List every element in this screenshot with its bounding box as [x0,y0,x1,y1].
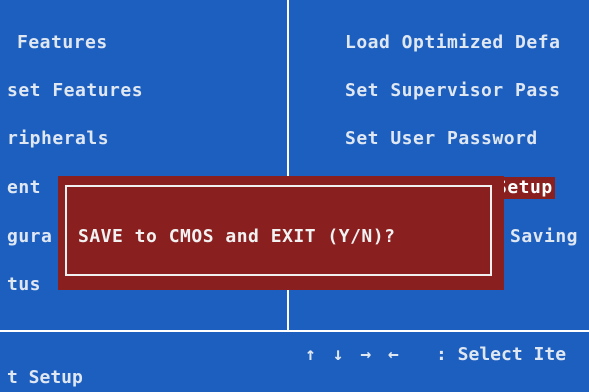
right-menu-item-set-user-password[interactable]: Set User Password [345,128,538,150]
right-menu-item-load-optimized-defaults[interactable]: Load Optimized Defa [345,32,560,54]
left-menu-item-gura[interactable]: gura [7,226,52,248]
left-menu-item-features[interactable]: Features [17,32,108,54]
left-menu-item-tus[interactable]: tus [7,274,41,296]
save-exit-dialog[interactable]: SAVE to CMOS and EXIT (Y/N)? [58,176,504,290]
bottom-divider [0,330,589,332]
left-menu-item-peripherals[interactable]: ripherals [7,128,109,150]
right-menu-item-set-supervisor-password[interactable]: Set Supervisor Pass [345,80,560,102]
footer-left-text: t Setup [7,367,83,388]
bios-screen: Features set Features ripherals ent gura… [0,0,589,392]
left-menu-item-ent[interactable]: ent [7,177,41,199]
select-item-hint: : Select Ite [436,344,567,365]
dialog-prompt: SAVE to CMOS and EXIT (Y/N)? [78,226,396,247]
right-menu-item-exit-without-saving[interactable]: Saving [510,226,578,248]
arrow-keys-icon: ↑ ↓ → ← [305,344,402,365]
left-menu-item-set-features[interactable]: set Features [7,80,143,102]
